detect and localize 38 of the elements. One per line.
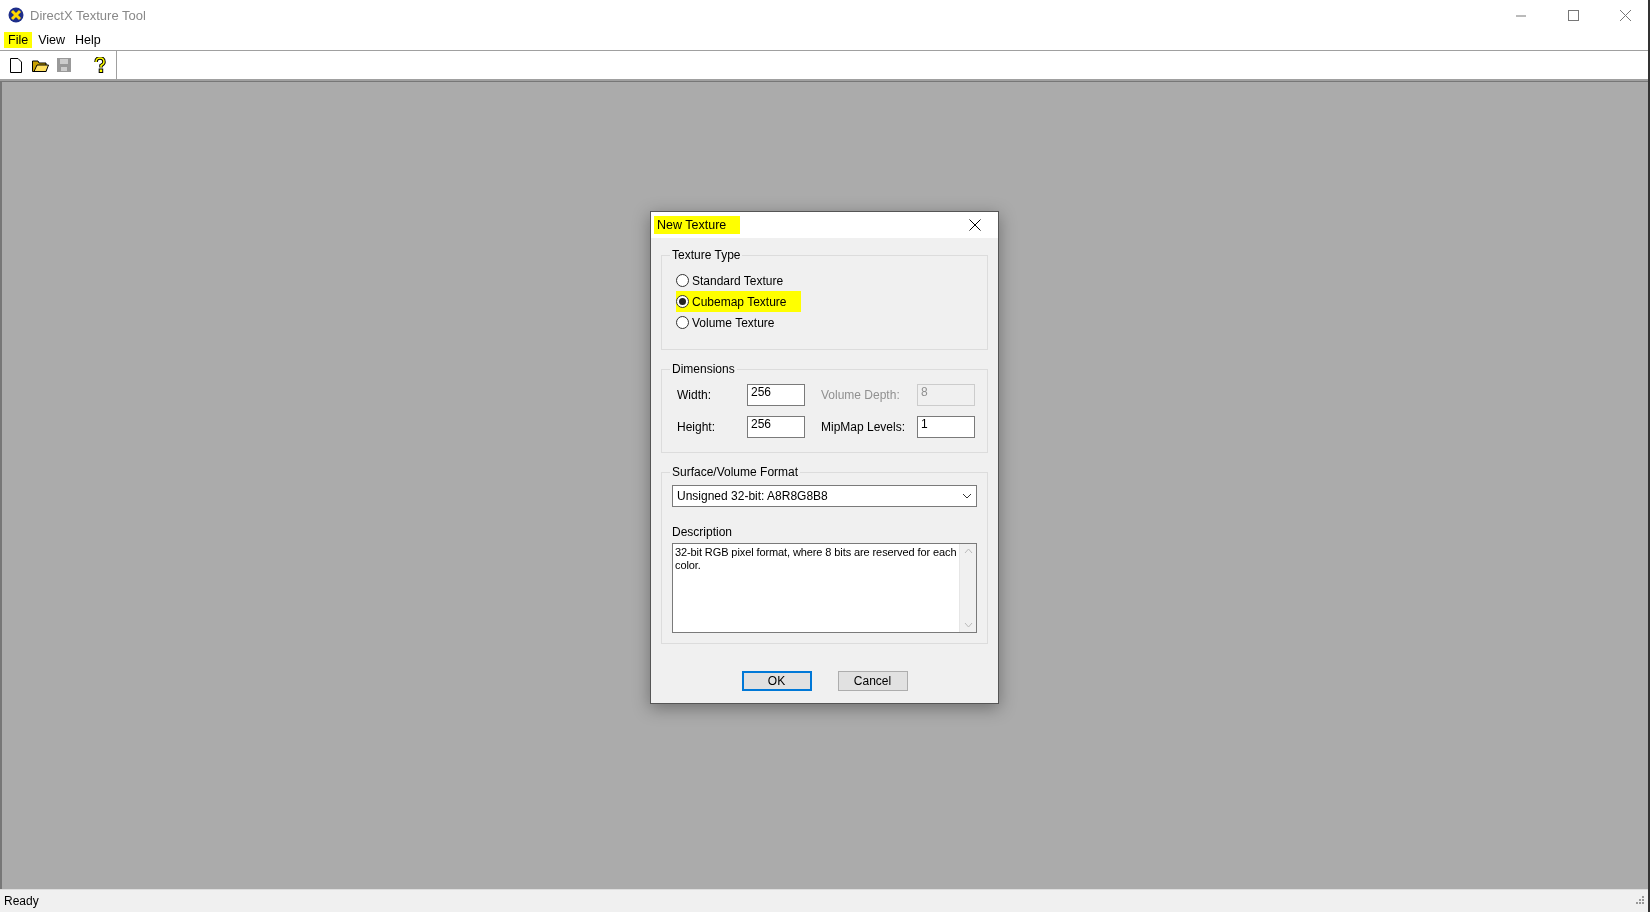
- scroll-down-icon: [963, 622, 973, 628]
- radio-button[interactable]: [676, 295, 689, 308]
- input-field[interactable]: 256: [747, 416, 805, 438]
- field-label: Width:: [677, 388, 712, 402]
- field-label: MipMap Levels:: [821, 420, 903, 434]
- scroll-up-icon: [963, 548, 973, 554]
- dropdown-caret-icon: [962, 493, 972, 499]
- status-text: Ready: [4, 894, 39, 908]
- menu-item[interactable]: View: [34, 32, 70, 48]
- close-icon: [969, 219, 981, 231]
- group-label: Texture Type: [671, 248, 742, 262]
- field-label: Volume Depth:: [821, 388, 901, 402]
- description-label: Description: [672, 525, 734, 539]
- group-label: Dimensions: [671, 362, 736, 376]
- close-icon: [1619, 9, 1631, 21]
- field-label: Height:: [677, 420, 717, 434]
- input-field[interactable]: 256: [747, 384, 805, 406]
- radio-option[interactable]: Volume Texture: [676, 312, 789, 333]
- radio-button[interactable]: [676, 316, 689, 329]
- dialog-title: New Texture: [654, 216, 741, 234]
- resize-grip-icon[interactable]: [1634, 896, 1644, 906]
- radio-label: Cubemap Texture: [692, 294, 787, 309]
- description-box[interactable]: 32-bit RGB pixel format, where 8 bits are reserved for each color.: [672, 543, 977, 633]
- input-field[interactable]: 1: [917, 416, 975, 438]
- radio-button[interactable]: [676, 274, 689, 287]
- app-logo-icon: [8, 7, 24, 23]
- radio-label: Standard Texture: [692, 273, 784, 288]
- dialog-button[interactable]: OK: [741, 671, 812, 691]
- format-dropdown[interactable]: Unsigned 32-bit: A8R8G8B8: [672, 485, 977, 507]
- window-title: DirectX Texture Tool: [30, 7, 147, 23]
- radio-option[interactable]: Standard Texture: [676, 270, 798, 291]
- group-label: Surface/Volume Format: [671, 465, 800, 479]
- menu-item[interactable]: File: [4, 32, 33, 48]
- menu-item[interactable]: Help: [71, 32, 105, 48]
- radio-option[interactable]: Cubemap Texture: [676, 291, 801, 312]
- dialog-button[interactable]: Cancel: [837, 671, 908, 691]
- radio-label: Volume Texture: [692, 315, 775, 330]
- maximize-icon: [1567, 9, 1579, 21]
